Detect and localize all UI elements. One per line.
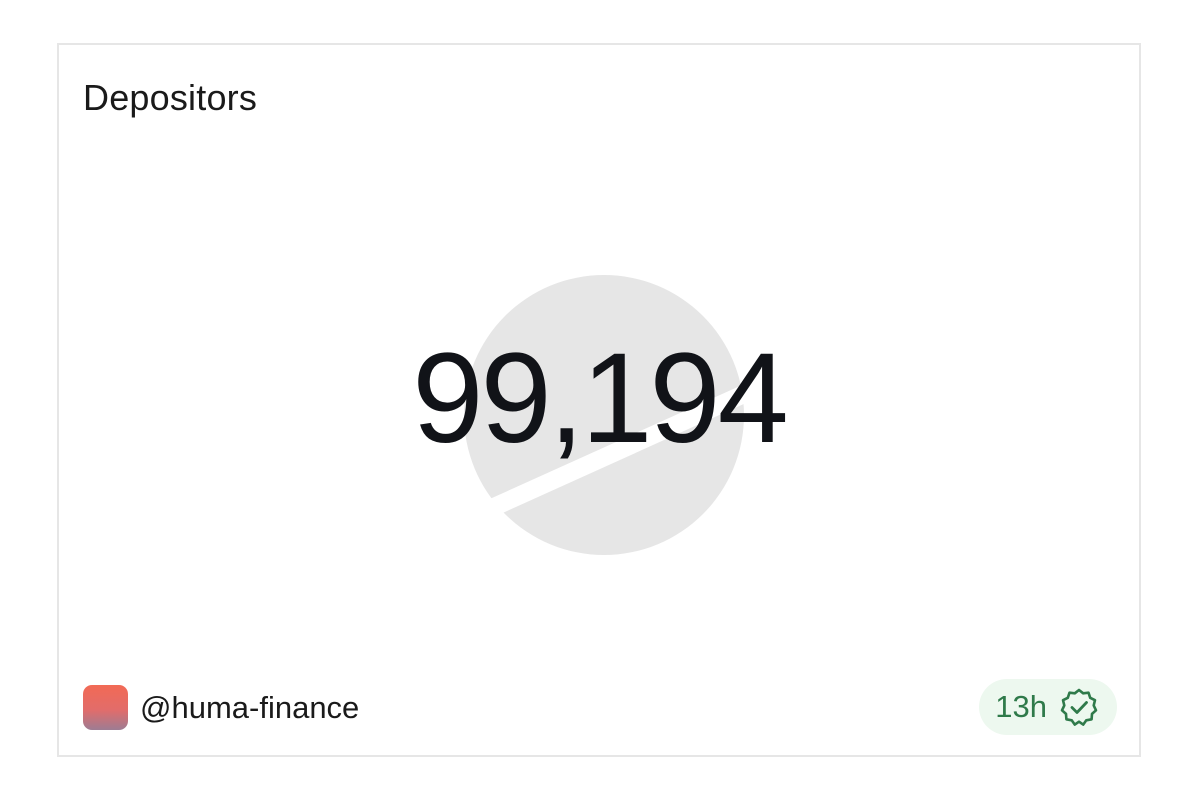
card-title: Depositors: [83, 77, 258, 118]
author-handle[interactable]: @huma-finance: [140, 690, 359, 726]
metric-value: 99,194: [412, 327, 789, 470]
avatar[interactable]: [83, 685, 128, 730]
freshness-badge: 13h: [979, 679, 1117, 735]
freshness-label: 13h: [995, 689, 1047, 724]
author[interactable]: @huma-finance: [83, 685, 359, 730]
verified-check-icon: [1060, 688, 1098, 726]
metric-card: Depositors 99,194 @huma-finance 13h: [57, 43, 1141, 757]
